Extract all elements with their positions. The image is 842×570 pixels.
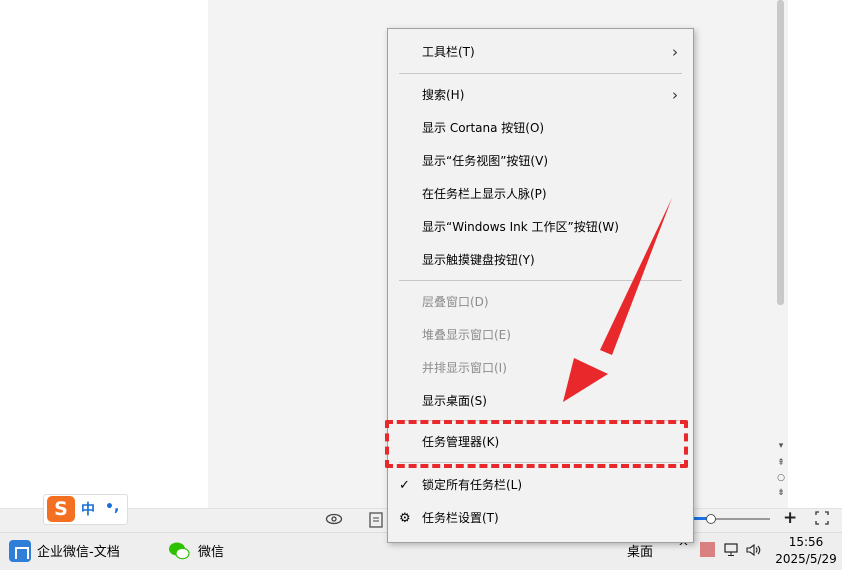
annotation-arrow bbox=[563, 198, 672, 402]
